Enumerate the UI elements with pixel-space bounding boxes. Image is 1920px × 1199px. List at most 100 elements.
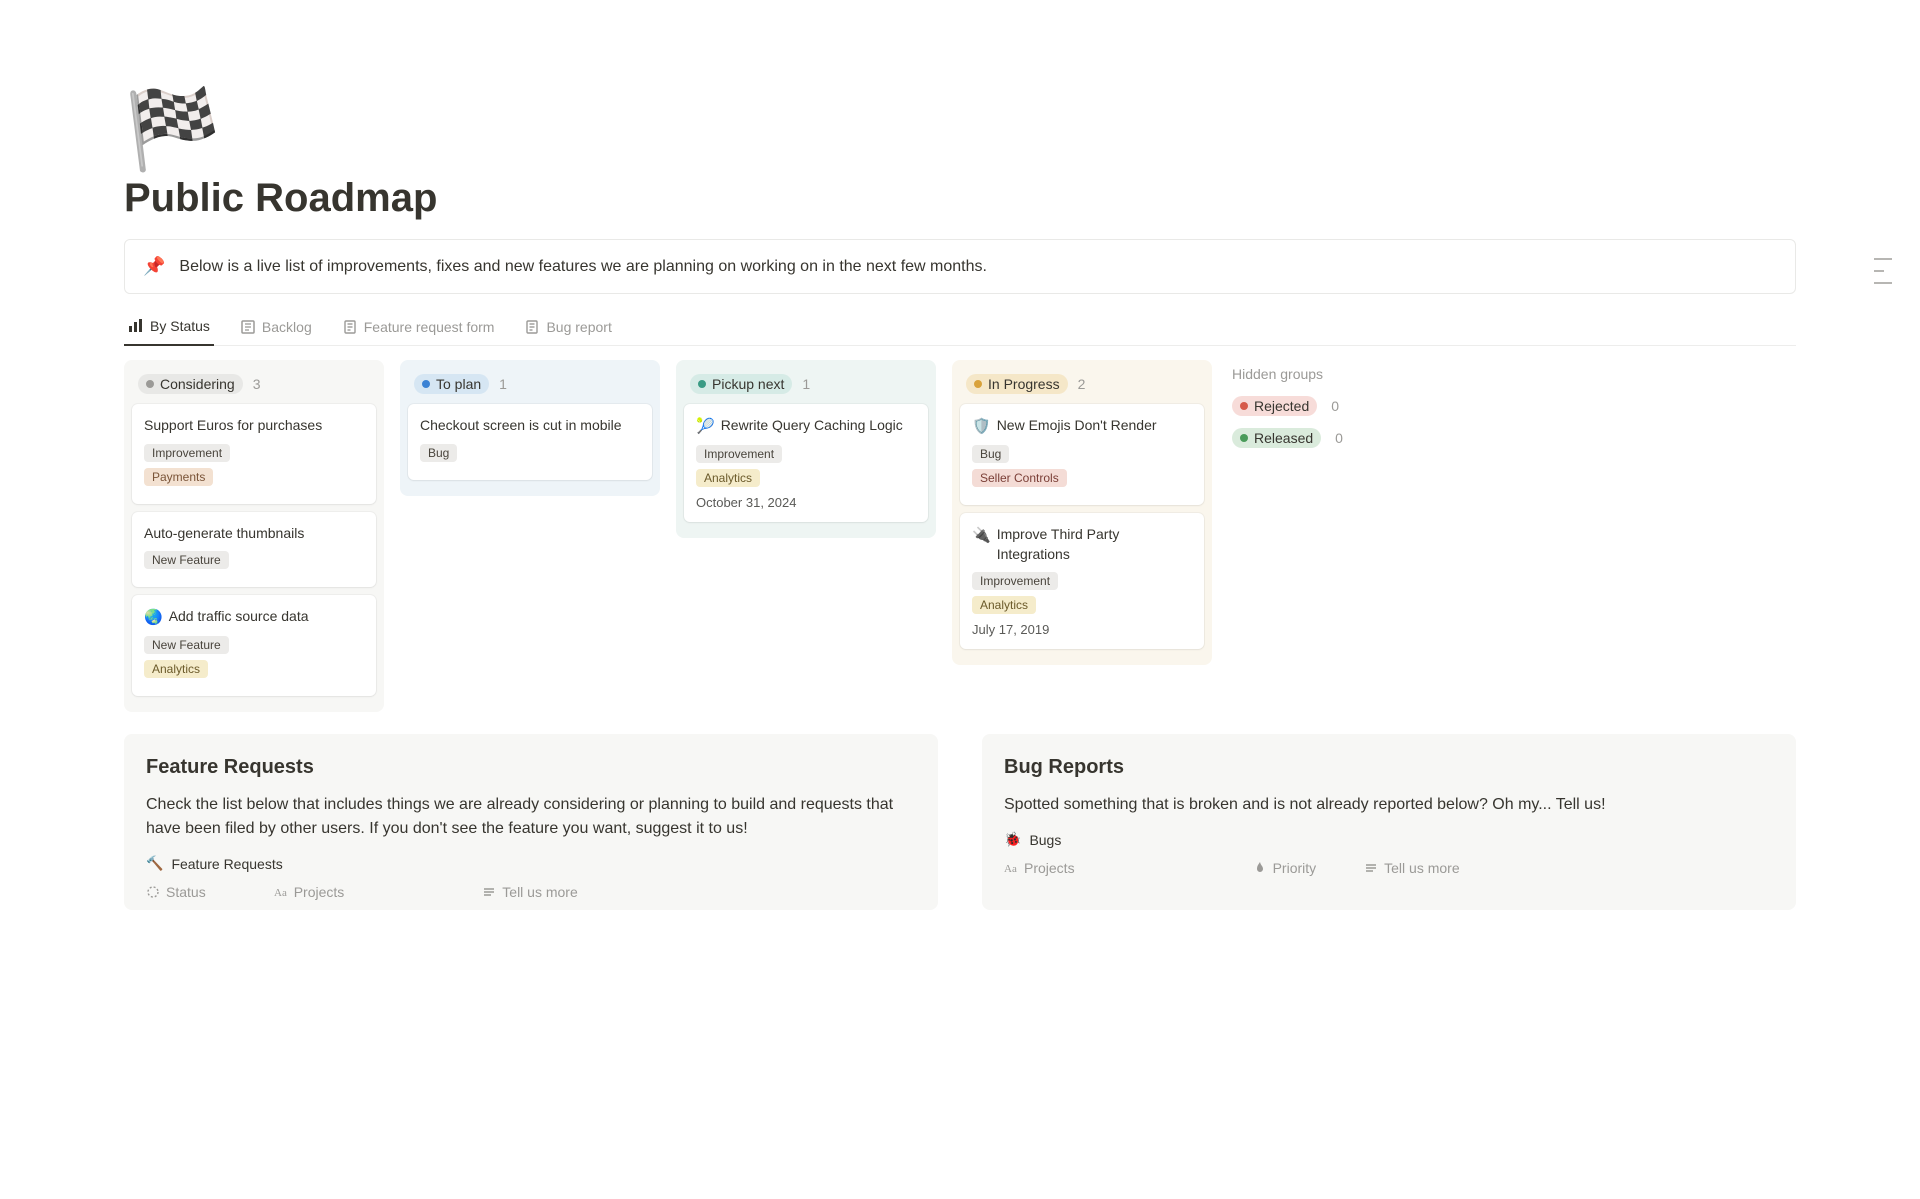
card-query-caching[interactable]: 🎾 Rewrite Query Caching Logic Improvemen… bbox=[684, 404, 928, 522]
status-pill-in-progress[interactable]: In Progress bbox=[966, 374, 1068, 394]
panel-title: Feature Requests bbox=[146, 756, 916, 779]
col-label: Tell us more bbox=[1384, 860, 1459, 876]
tab-bug-report[interactable]: Bug report bbox=[520, 312, 615, 345]
column-header[interactable]: Pickup next 1 bbox=[684, 368, 928, 404]
card-third-party[interactable]: 🔌 Improve Third Party Integrations Impro… bbox=[960, 513, 1204, 649]
panel-body: Spotted something that is broken and is … bbox=[1004, 793, 1774, 817]
column-to-plan[interactable]: To plan 1 Checkout screen is cut in mobi… bbox=[400, 360, 660, 496]
tab-label: By Status bbox=[150, 318, 210, 334]
page-title[interactable]: Public Roadmap bbox=[124, 176, 1796, 221]
text-icon: Aa bbox=[1004, 861, 1018, 875]
column-header[interactable]: To plan 1 bbox=[408, 368, 652, 404]
shield-icon: 🛡️ bbox=[972, 416, 991, 437]
lines-icon bbox=[482, 885, 496, 899]
view-tabs: By Status Backlog Feature request form B… bbox=[124, 312, 1796, 346]
line-icon bbox=[1874, 270, 1884, 272]
col-tell-us-more[interactable]: Tell us more bbox=[1364, 860, 1459, 876]
dot-icon bbox=[1240, 402, 1248, 410]
dot-icon bbox=[146, 380, 154, 388]
status-pill-pickup-next[interactable]: Pickup next bbox=[690, 374, 792, 394]
column-pickup-next[interactable]: Pickup next 1 🎾 Rewrite Query Caching Lo… bbox=[676, 360, 936, 538]
bottom-panels: Feature Requests Check the list below th… bbox=[124, 734, 1796, 910]
card-title-text: Improve Third Party Integrations bbox=[997, 525, 1192, 564]
card-new-emojis[interactable]: 🛡️ New Emojis Don't Render Bug Seller Co… bbox=[960, 404, 1204, 505]
col-status[interactable]: Status bbox=[146, 884, 206, 900]
line-icon bbox=[1874, 258, 1892, 260]
fire-icon bbox=[1253, 861, 1267, 875]
tag-improvement: Improvement bbox=[972, 572, 1058, 590]
column-count: 2 bbox=[1078, 376, 1086, 392]
status-label: Considering bbox=[160, 376, 235, 392]
tag-seller-controls: Seller Controls bbox=[972, 469, 1067, 487]
panel-subhead[interactable]: 🐞 Bugs bbox=[1004, 831, 1774, 848]
status-label: Rejected bbox=[1254, 398, 1309, 414]
status-label: In Progress bbox=[988, 376, 1060, 392]
column-considering[interactable]: Considering 3 Support Euros for purchase… bbox=[124, 360, 384, 712]
status-pill-to-plan[interactable]: To plan bbox=[414, 374, 489, 394]
panel-columns: Aa Projects Priority Tell us more bbox=[1004, 860, 1774, 876]
column-header[interactable]: In Progress 2 bbox=[960, 368, 1204, 404]
col-projects[interactable]: Aa Projects bbox=[1004, 860, 1075, 876]
panel-feature-requests[interactable]: Feature Requests Check the list below th… bbox=[124, 734, 938, 910]
tab-by-status[interactable]: By Status bbox=[124, 312, 214, 346]
column-count: 0 bbox=[1331, 398, 1339, 414]
card-checkout-cut[interactable]: Checkout screen is cut in mobile Bug bbox=[408, 404, 652, 480]
dot-icon bbox=[698, 380, 706, 388]
tag-improvement: Improvement bbox=[144, 444, 230, 462]
panel-bug-reports[interactable]: Bug Reports Spotted something that is br… bbox=[982, 734, 1796, 910]
col-label: Status bbox=[166, 884, 206, 900]
text-icon: Aa bbox=[274, 885, 288, 899]
card-title-text: Auto-generate thumbnails bbox=[144, 524, 304, 544]
hidden-row-rejected[interactable]: Rejected 0 bbox=[1232, 396, 1343, 416]
tab-backlog[interactable]: Backlog bbox=[236, 312, 316, 345]
kanban-board: Considering 3 Support Euros for purchase… bbox=[124, 360, 1796, 712]
bug-icon: 🐞 bbox=[1004, 831, 1021, 848]
col-projects[interactable]: Aa Projects bbox=[274, 884, 345, 900]
dot-icon bbox=[1240, 434, 1248, 442]
col-label: Projects bbox=[1024, 860, 1075, 876]
card-title-text: Support Euros for purchases bbox=[144, 416, 322, 436]
tag-improvement: Improvement bbox=[696, 445, 782, 463]
card-support-euros[interactable]: Support Euros for purchases Improvement … bbox=[132, 404, 376, 504]
column-in-progress[interactable]: In Progress 2 🛡️ New Emojis Don't Render… bbox=[952, 360, 1212, 665]
tab-feature-request-form[interactable]: Feature request form bbox=[338, 312, 499, 345]
tab-label: Bug report bbox=[546, 319, 611, 335]
tab-label: Feature request form bbox=[364, 319, 495, 335]
card-traffic-source[interactable]: 🌏 Add traffic source data New Feature An… bbox=[132, 595, 376, 696]
column-header[interactable]: Considering 3 bbox=[132, 368, 376, 404]
outline-handle[interactable] bbox=[1874, 258, 1892, 284]
page-emoji[interactable]: 🏁 bbox=[124, 90, 1796, 168]
card-auto-thumbnails[interactable]: Auto-generate thumbnails New Feature bbox=[132, 512, 376, 588]
svg-text:Aa: Aa bbox=[1004, 863, 1017, 875]
panel-subhead[interactable]: 🔨 Feature Requests bbox=[146, 855, 916, 872]
col-label: Priority bbox=[1273, 860, 1317, 876]
hidden-row-released[interactable]: Released 0 bbox=[1232, 428, 1343, 448]
card-title-text: Rewrite Query Caching Logic bbox=[721, 416, 903, 436]
hammer-icon: 🔨 bbox=[146, 855, 163, 872]
col-priority[interactable]: Priority bbox=[1253, 860, 1317, 876]
tag-analytics: Analytics bbox=[144, 660, 208, 678]
column-count: 1 bbox=[802, 376, 810, 392]
tennis-icon: 🎾 bbox=[696, 416, 715, 437]
panel-columns: Status Aa Projects Tell us more bbox=[146, 884, 916, 900]
column-count: 3 bbox=[253, 376, 261, 392]
card-title-text: New Emojis Don't Render bbox=[997, 416, 1157, 436]
tag-new-feature: New Feature bbox=[144, 636, 229, 654]
status-pill-considering[interactable]: Considering bbox=[138, 374, 243, 394]
hidden-groups-title[interactable]: Hidden groups bbox=[1232, 366, 1343, 382]
globe-icon: 🌏 bbox=[144, 607, 163, 628]
panel-body: Check the list below that includes thing… bbox=[146, 793, 916, 841]
card-title-text: Checkout screen is cut in mobile bbox=[420, 416, 622, 436]
status-label: Released bbox=[1254, 430, 1313, 446]
callout[interactable]: 📌 Below is a live list of improvements, … bbox=[124, 239, 1796, 294]
dot-icon bbox=[422, 380, 430, 388]
column-count: 0 bbox=[1335, 430, 1343, 446]
card-title-text: Add traffic source data bbox=[169, 607, 309, 627]
plug-icon: 🔌 bbox=[972, 525, 991, 546]
tag-bug: Bug bbox=[972, 445, 1009, 463]
list-icon bbox=[240, 319, 256, 335]
line-icon bbox=[1874, 282, 1892, 284]
col-tell-us-more[interactable]: Tell us more bbox=[482, 884, 577, 900]
col-label: Projects bbox=[294, 884, 345, 900]
tag-new-feature: New Feature bbox=[144, 551, 229, 569]
